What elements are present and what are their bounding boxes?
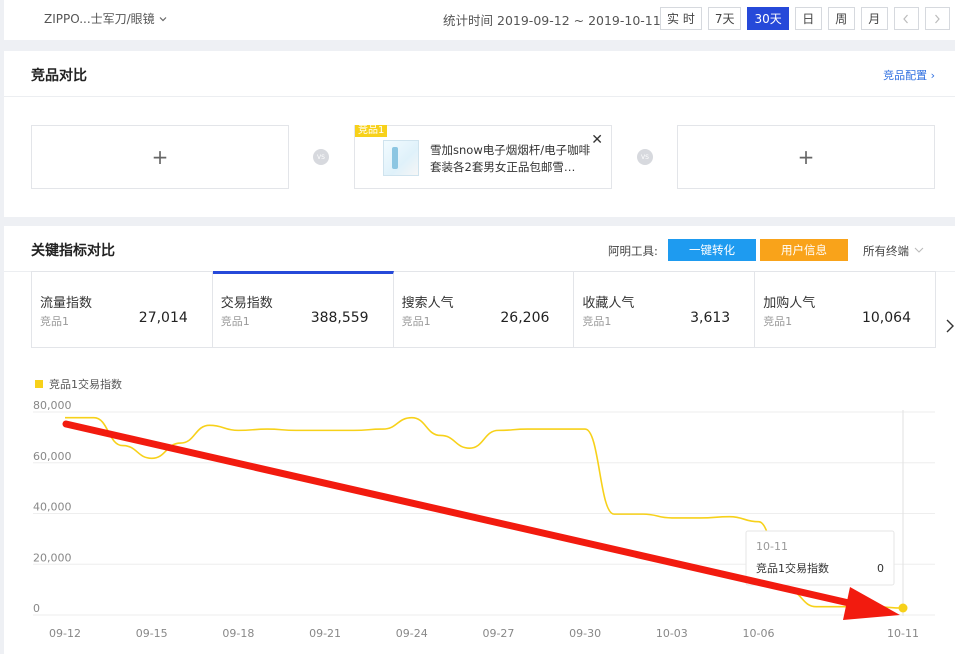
x-tick-label: 10-03 — [656, 627, 688, 640]
y-tick-label: 20,000 — [33, 551, 72, 564]
tooltip-date: 10-11 — [756, 540, 788, 553]
tooltip-value: 0 — [877, 562, 884, 575]
x-tick-label: 09-15 — [136, 627, 168, 640]
annotation-arrow-head — [843, 587, 900, 620]
y-tick-label: 40,000 — [33, 501, 72, 514]
tooltip-label: 竞品1交易指数 — [756, 561, 829, 575]
x-tick-label: 09-27 — [482, 627, 514, 640]
x-tick-label: 09-24 — [396, 627, 428, 640]
x-tick-label: 09-30 — [569, 627, 601, 640]
x-tick-label: 09-18 — [222, 627, 254, 640]
x-tick-label: 10-06 — [743, 627, 775, 640]
x-tick-label: 09-21 — [309, 627, 341, 640]
annotation-arrow-shaft — [62, 420, 866, 610]
trade-index-chart: 80,000 60,000 40,000 20,000 0 09-12 09-15 09-18… — [33, 399, 935, 640]
y-tick-label: 60,000 — [33, 450, 72, 463]
y-tick-label: 0 — [33, 602, 40, 615]
x-tick-label: 10-11 — [887, 627, 919, 640]
x-tick-label: 09-12 — [49, 627, 81, 640]
highlighted-point — [898, 603, 908, 613]
y-tick-label: 80,000 — [33, 399, 72, 412]
